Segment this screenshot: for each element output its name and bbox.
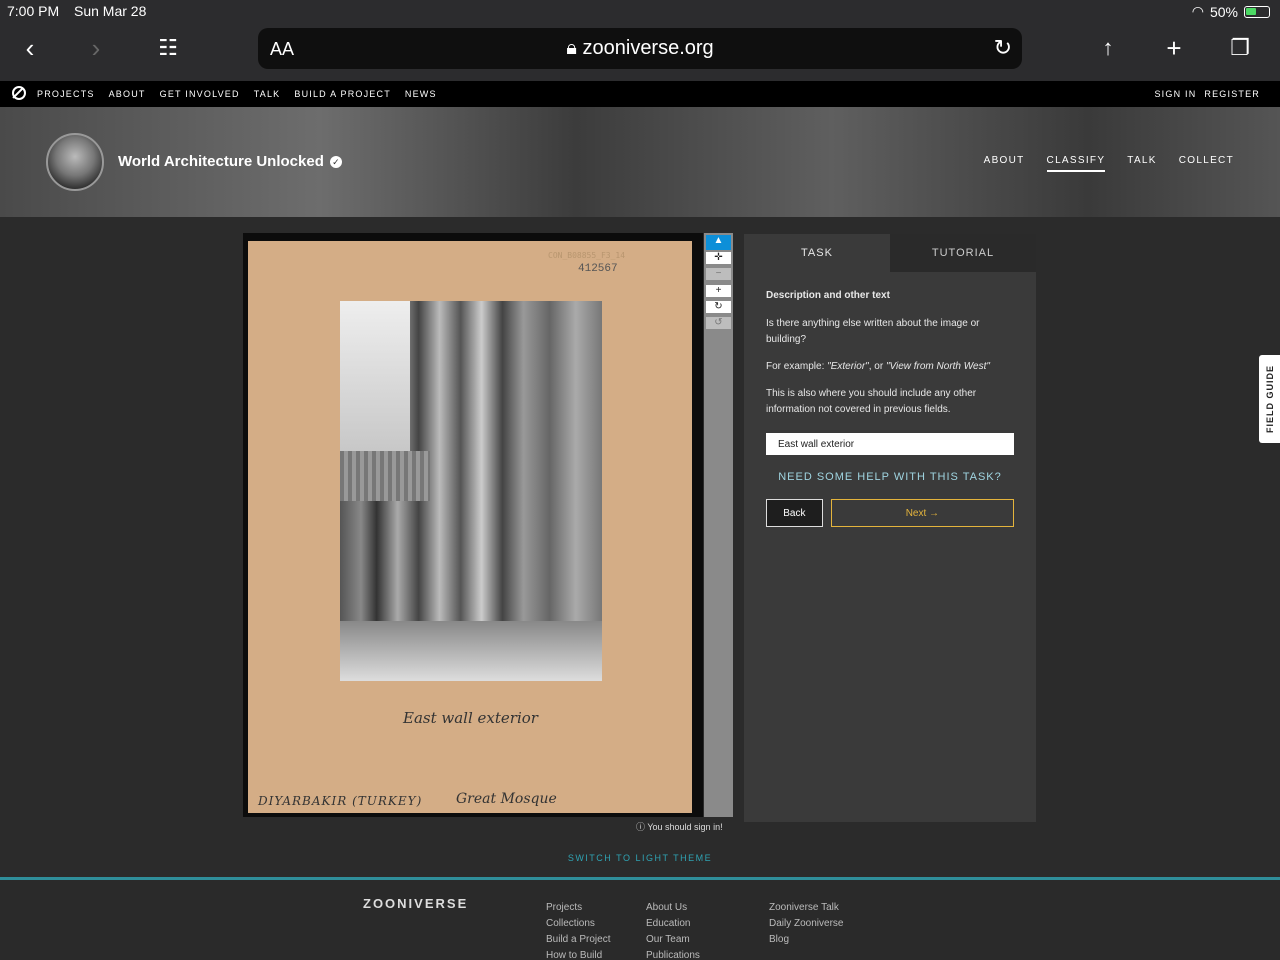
pointer-tool-icon[interactable]: ▲ (706, 235, 731, 250)
signin-note-text: You should sign in! (647, 822, 723, 832)
next-button[interactable]: Next → (830, 499, 1014, 527)
bookmarks-icon[interactable]: ☷ (148, 32, 188, 64)
subject-number: 412567 (578, 263, 618, 275)
footer-link-build-a-project[interactable]: Build a Project (546, 932, 610, 948)
url-text: 🔒︎ zooniverse.org (258, 37, 1022, 60)
signin-note: ⓘ You should sign in! (636, 820, 723, 833)
field-guide-label: FIELD GUIDE (1264, 364, 1275, 434)
footer-link-how-to-build[interactable]: How to Build (546, 948, 610, 960)
battery-percent: 50% (1209, 3, 1238, 20)
footer-link-publications[interactable]: Publications (646, 948, 700, 960)
photo-roof (340, 451, 430, 501)
task-actions: Back Next → (766, 499, 1014, 527)
nav-news[interactable]: NEWS (405, 89, 437, 99)
project-nav-collect[interactable]: COLLECT (1179, 155, 1234, 172)
tab-task[interactable]: TASK (744, 234, 890, 272)
footer-link-our-team[interactable]: Our Team (646, 932, 700, 948)
status-bar: 7:00 PM Sun Mar 28 ◠ 50% (0, 0, 1280, 22)
reload-icon[interactable]: ↻ (994, 35, 1012, 61)
footer-link-education[interactable]: Education (646, 916, 700, 932)
footer-link-daily-zooniverse[interactable]: Daily Zooniverse (769, 916, 843, 932)
zoo-nav-links: PROJECTS ABOUT GET INVOLVED TALK BUILD A… (37, 89, 437, 99)
project-nav-talk[interactable]: TALK (1127, 155, 1156, 172)
battery-icon (1244, 5, 1270, 18)
footer-link-blog[interactable]: Blog (769, 932, 843, 948)
subject-image: CON_B08855_F3_14 412567 East wall exteri… (248, 241, 692, 813)
example-sep: , or (868, 361, 886, 372)
example-1: "Exterior" (827, 361, 869, 372)
new-tab-icon[interactable]: + (1154, 32, 1194, 64)
architecture-photo (340, 301, 602, 681)
status-time: 7:00 PM (7, 3, 60, 19)
task-note: This is also where you should include an… (766, 388, 977, 415)
footer: ZOONIVERSE Projects Collections Build a … (0, 877, 1280, 960)
info-icon: ⓘ (636, 822, 648, 832)
tabs-icon[interactable]: ❐ (1220, 32, 1260, 64)
tab-tutorial[interactable]: TUTORIAL (890, 234, 1036, 272)
auth-links: SIGN IN REGISTER (1154, 89, 1260, 99)
zooniverse-logo-icon[interactable] (12, 86, 26, 100)
task-body: Description and other text Is there anyt… (744, 272, 1036, 543)
footer-brand[interactable]: ZOONIVERSE (363, 896, 468, 911)
answer-input[interactable] (766, 433, 1014, 455)
task-panel: TASK TUTORIAL Description and other text… (744, 234, 1036, 822)
rotate-icon[interactable]: ↻ (706, 301, 731, 313)
example-prefix: For example: (766, 361, 828, 372)
nav-about[interactable]: ABOUT (109, 89, 146, 99)
share-icon[interactable]: ↑ (1088, 32, 1128, 64)
project-avatar[interactable] (46, 133, 104, 191)
project-title-text: World Architecture Unlocked (118, 153, 324, 170)
footer-col-3: Zooniverse Talk Daily Zooniverse Blog (769, 900, 843, 948)
viewer-toolbar: ▲ ✛ − + ↻ ↺ (704, 233, 733, 817)
nav-talk[interactable]: TALK (254, 89, 281, 99)
theme-toggle[interactable]: SWITCH TO LIGHT THEME (0, 853, 1280, 863)
project-nav-classify[interactable]: CLASSIFY (1046, 155, 1106, 172)
sign-in-link[interactable]: SIGN IN (1154, 89, 1196, 99)
project-title[interactable]: World Architecture Unlocked ✓ (118, 153, 342, 170)
footer-link-about-us[interactable]: About Us (646, 900, 700, 916)
back-button[interactable]: Back (766, 499, 823, 527)
zoom-out-icon[interactable]: − (706, 268, 731, 280)
pan-tool-icon[interactable]: ✛ (706, 252, 731, 264)
back-icon[interactable]: ‹ (10, 32, 50, 64)
task-heading: Description and other text (766, 290, 890, 301)
forward-icon[interactable]: › (76, 32, 116, 64)
handwritten-building: Great Mosque (456, 791, 557, 807)
task-question: Is there anything else written about the… (766, 318, 980, 345)
task-help-link[interactable]: NEED SOME HELP WITH THIS TASK? (766, 469, 1014, 485)
address-bar[interactable]: AA 🔒︎ zooniverse.org ↻ (258, 28, 1022, 69)
footer-link-zooniverse-talk[interactable]: Zooniverse Talk (769, 900, 843, 916)
url-value: zooniverse.org (582, 37, 714, 59)
field-guide-button[interactable]: FIELD GUIDE (1259, 355, 1280, 443)
nav-build-a-project[interactable]: BUILD A PROJECT (294, 89, 391, 99)
subject-ref: CON_B08855_F3_14 (548, 251, 626, 260)
wifi-icon: ◠ (1191, 3, 1204, 19)
nav-projects[interactable]: PROJECTS (37, 89, 95, 99)
example-2: "View from North West" (885, 361, 990, 372)
project-nav-about[interactable]: ABOUT (984, 155, 1025, 172)
task-example: For example: "Exterior", or "View from N… (766, 359, 1014, 375)
reset-icon[interactable]: ↺ (706, 317, 731, 329)
handwritten-place: DIYARBAKIR (TURKEY) (258, 794, 423, 808)
footer-link-collections[interactable]: Collections (546, 916, 610, 932)
photo-ground (340, 621, 602, 681)
project-header: World Architecture Unlocked ✓ ABOUT CLASS… (0, 107, 1280, 217)
handwritten-caption: East wall exterior (403, 709, 538, 727)
zooniverse-nav: PROJECTS ABOUT GET INVOLVED TALK BUILD A… (0, 81, 1280, 107)
browser-toolbar: ‹ › ☷ AA 🔒︎ zooniverse.org ↻ ↑ + ❐ (0, 22, 1280, 81)
task-tabs: TASK TUTORIAL (744, 234, 1036, 272)
nav-get-involved[interactable]: GET INVOLVED (160, 89, 240, 99)
status-date: Sun Mar 28 (74, 3, 147, 19)
project-nav: ABOUT CLASSIFY TALK COLLECT (984, 155, 1234, 172)
verified-icon: ✓ (329, 156, 342, 168)
footer-col-2: About Us Education Our Team Publications (646, 900, 700, 960)
subject-viewer[interactable]: CON_B08855_F3_14 412567 East wall exteri… (243, 233, 703, 817)
footer-link-projects[interactable]: Projects (546, 900, 610, 916)
register-link[interactable]: REGISTER (1204, 89, 1260, 99)
zoom-in-icon[interactable]: + (706, 285, 731, 297)
footer-col-1: Projects Collections Build a Project How… (546, 900, 610, 960)
lock-icon: 🔒︎ (566, 37, 583, 59)
status-right: ◠ 50% (1192, 3, 1270, 20)
